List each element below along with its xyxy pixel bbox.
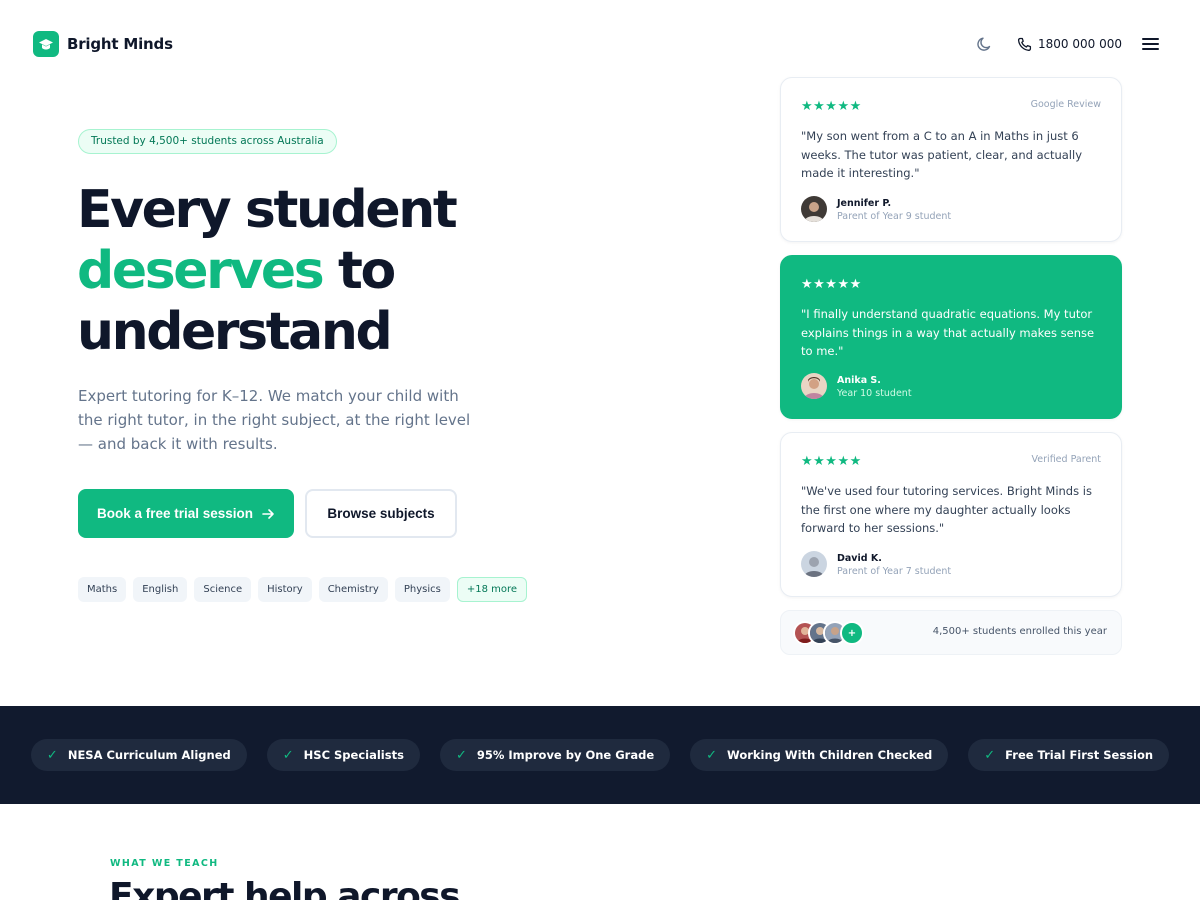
star-rating: ★★★★★ — [801, 99, 862, 114]
subject-chip[interactable]: Physics — [394, 577, 450, 602]
review-card-featured: ★★★★★ "I finally understand quadratic eq… — [780, 255, 1122, 419]
review-card: ★★★★★ Google Review "My son went from a … — [780, 77, 1122, 242]
hero-subtitle: Expert tutoring for K–12. We match your … — [78, 387, 471, 453]
enrolled-count-text: 4,500+ students enrolled this year — [932, 626, 1107, 637]
check-icon: ✓ — [455, 747, 467, 763]
section-title: Expert help across — [109, 876, 461, 900]
reviewer-role: Parent of Year 7 student — [837, 566, 952, 577]
arrow-right-icon — [262, 508, 274, 519]
avatar — [801, 196, 827, 222]
more-subjects-chip[interactable]: +18 more — [456, 577, 528, 602]
avatar — [801, 551, 827, 577]
trust-pill: ✓ Working With Children Checked — [690, 739, 949, 771]
check-icon: ✓ — [282, 747, 294, 763]
review-quote: "We've used four tutoring services. Brig… — [801, 484, 1092, 536]
trust-pill-label: HSC Specialists — [303, 748, 404, 762]
reviewer-name: David K. — [837, 553, 882, 564]
trust-pill: ✓ HSC Specialists — [266, 739, 420, 771]
menu-icon[interactable] — [1142, 38, 1159, 52]
trust-pill-label: 95% Improve by One Grade — [476, 748, 655, 762]
check-icon: ✓ — [706, 747, 718, 763]
review-source: Verified Parent — [1031, 454, 1101, 465]
brand-name[interactable]: Bright Minds — [67, 35, 173, 53]
student-avatars: + — [793, 621, 873, 645]
subject-chips: Maths English Science History Chemistry … — [78, 577, 528, 602]
star-rating: ★★★★★ — [801, 277, 862, 292]
reviewer-name: Jennifer P. — [837, 198, 892, 209]
review-quote: "My son went from a C to an A in Maths i… — [801, 129, 1083, 181]
book-trial-label: Book a free trial session — [96, 506, 254, 521]
trust-pill-label: Working With Children Checked — [727, 748, 933, 762]
review-card: ★★★★★ Verified Parent "We've used four t… — [780, 432, 1122, 597]
reviewer-name: Anika S. — [837, 375, 881, 386]
trust-pill-label: Free Trial First Session — [1005, 748, 1154, 762]
hero-title-highlight: deserves — [77, 241, 325, 301]
browse-subjects-button[interactable]: Browse subjects — [305, 489, 457, 538]
check-icon: ✓ — [46, 747, 58, 763]
trust-badge: Trusted by 4,500+ students across Austra… — [78, 129, 337, 154]
star-rating: ★★★★★ — [801, 454, 862, 469]
hero-title-line-1: Every student — [77, 180, 458, 240]
more-students-badge: + — [840, 621, 864, 645]
trust-band: ✓ NESA Curriculum Aligned ✓ HSC Speciali… — [0, 706, 1200, 804]
avatar — [801, 373, 827, 399]
reviewer-role: Year 10 student — [837, 388, 912, 399]
reviewer-role: Parent of Year 9 student — [837, 211, 952, 222]
trust-pill: ✓ Free Trial First Session — [968, 739, 1170, 771]
review-quote: "I finally understand quadratic equation… — [801, 307, 1095, 359]
subject-chip[interactable]: Science — [194, 577, 252, 602]
trust-pills: ✓ NESA Curriculum Aligned ✓ HSC Speciali… — [0, 739, 1200, 771]
phone-number-link[interactable]: 1800 000 000 — [1038, 37, 1122, 51]
hero-title: Every student deserves to understand — [77, 180, 677, 363]
trust-pill-label: NESA Curriculum Aligned — [67, 748, 231, 762]
subject-chip[interactable]: History — [258, 577, 312, 602]
phone-icon — [1017, 37, 1032, 52]
section-eyebrow: WHAT WE TEACH — [110, 858, 219, 869]
enrolled-strip: + 4,500+ students enrolled this year — [780, 610, 1122, 655]
hero-title-line-3: understand — [77, 302, 393, 362]
subject-chip[interactable]: Chemistry — [318, 577, 388, 602]
subject-chip[interactable]: Maths — [78, 577, 127, 602]
review-source: Google Review — [1030, 99, 1101, 110]
moon-icon[interactable] — [976, 35, 994, 53]
check-icon: ✓ — [984, 747, 996, 763]
graduation-cap-icon[interactable] — [33, 31, 59, 57]
trust-pill: ✓ 95% Improve by One Grade — [439, 739, 671, 771]
book-trial-button[interactable]: Book a free trial session — [78, 489, 294, 538]
trust-pill: ✓ NESA Curriculum Aligned — [30, 739, 247, 771]
hero-title-to: to — [322, 241, 396, 301]
subject-chip[interactable]: English — [133, 577, 188, 602]
